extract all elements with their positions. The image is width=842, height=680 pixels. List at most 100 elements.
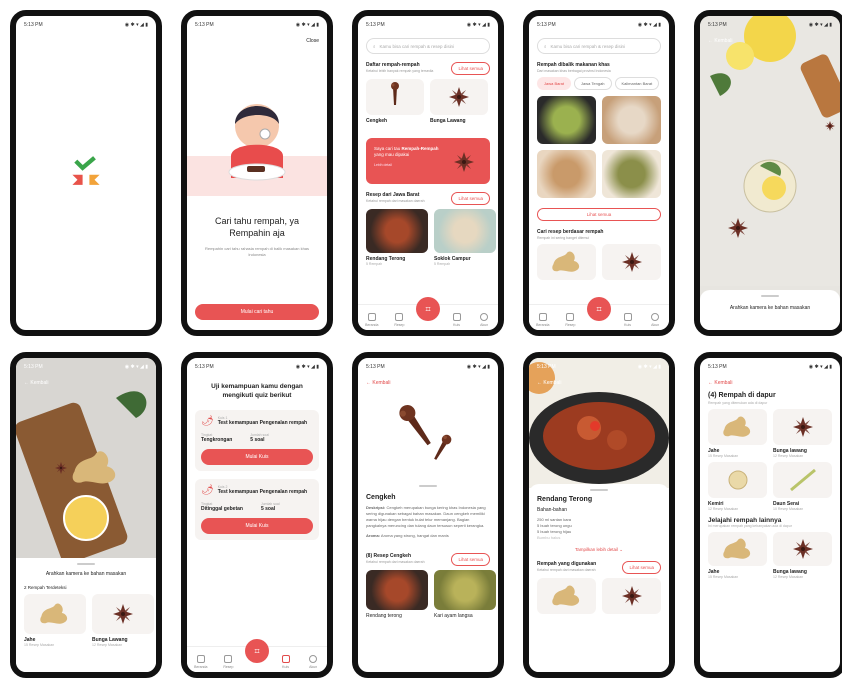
spice-card[interactable]: Bunga Lawang <box>430 79 488 124</box>
result-sheet: Arahkan kamera ke bahan masakan 2 Rempah… <box>16 558 156 672</box>
chip-jawa-tengah[interactable]: Jawa Tengah <box>574 77 612 90</box>
nav-recipes[interactable]: Resep <box>388 313 410 327</box>
see-all-button[interactable]: Lihat semua <box>537 208 661 221</box>
start-quiz-button[interactable]: Mulai Kuis <box>201 518 313 535</box>
nav-quiz[interactable]: Kuis <box>446 313 468 327</box>
recipe-meta: 5 Rempah <box>366 262 383 266</box>
back-button[interactable]: ← Kembali <box>358 376 498 390</box>
nav-account[interactable]: Akun <box>473 313 495 327</box>
show-more-link[interactable]: Tampilkan lebih detail ⌄ <box>529 547 669 553</box>
recipe-image <box>434 209 496 253</box>
spice-card[interactable]: Jahe 15 Resep Masakan <box>708 532 767 579</box>
quiz-card[interactable]: 🌶 Kuis 2 Test kemampuan Pengenalan rempah… <box>195 479 319 541</box>
back-button[interactable]: ← Kembali <box>16 376 56 390</box>
spice-card[interactable]: Bunga Lawang 12 Resep Masakan <box>92 594 154 647</box>
onboarding-illustration <box>187 104 327 196</box>
recipe-card[interactable]: Rendang terong <box>366 570 428 619</box>
nav-quiz[interactable]: Kuis <box>617 313 639 327</box>
nav-account[interactable]: Akun <box>644 313 666 327</box>
phone-quiz: 5:13 PM ◉ ✱ ▾ ◢ ▮ Uji kemampuan kamu deng… <box>181 352 333 678</box>
phone-region: 5:13 PM ◉ ✱ ▾ ◢ ▮ ⌕ Kamu bisa cari rempah … <box>523 10 675 336</box>
star-anise-image <box>773 532 832 566</box>
status-time: 5:13 PM <box>708 364 727 370</box>
chip-kalimantan-barat[interactable]: Kalimantan Barat <box>614 77 660 90</box>
quiz-icon <box>623 313 632 321</box>
spice-card[interactable]: Daun Serai 10 Resep Masakan <box>773 462 832 511</box>
search-input[interactable]: ⌕ Kamu bisa cari rempah & resep disini <box>366 38 490 54</box>
recipe-card[interactable]: Rendang Terong 5 Rempah <box>366 209 428 266</box>
ginger-image <box>708 532 767 566</box>
back-button[interactable]: ← Kembali <box>529 376 569 390</box>
ingredients-list: 250 ml santan kara 5 buah terong ungu 5 … <box>529 517 669 541</box>
nav-quiz[interactable]: Kuis <box>275 655 297 669</box>
scan-button[interactable]: ⌗ <box>244 639 269 663</box>
nav-home[interactable]: Beranda <box>361 313 383 327</box>
ginger-image[interactable] <box>537 244 596 280</box>
section-title: Rempah yang digunakan <box>537 561 597 567</box>
onboarding-title: Cari tahu rempah, ya Rempahin aja <box>214 216 300 238</box>
section-subtitle: Ketahui rempah dari masakan daerah <box>366 560 425 564</box>
nav-home[interactable]: Beranda <box>532 313 554 327</box>
scan-button[interactable]: ⌗ <box>415 297 440 321</box>
lemongrass-image <box>773 462 832 498</box>
spice-card[interactable]: Kemiri 12 Resep Masakan <box>708 462 767 511</box>
home-icon <box>538 313 547 321</box>
food-image[interactable] <box>602 150 661 198</box>
phone-home: 5:13 PM ◉ ✱ ▾ ◢ ▮ ⌕ Kamu bisa cari rempah … <box>352 10 504 336</box>
scan-button[interactable]: ⌗ <box>586 297 611 321</box>
spice-meta: 15 Resep Masakan <box>708 454 739 458</box>
spice-card[interactable]: Bunga lawang 12 Resep Masakan <box>773 532 832 579</box>
nav-home[interactable]: Beranda <box>190 655 212 669</box>
recipe-card[interactable]: Kari ayam langsa <box>434 570 496 619</box>
spice-card[interactable]: Jahe 15 Resep Masakan <box>708 409 767 458</box>
app-logo <box>72 156 100 185</box>
back-button[interactable]: ← Kembali <box>700 376 840 390</box>
search-input[interactable]: ⌕ Kamu bisa cari rempah & resep disini <box>537 38 661 54</box>
spice-card[interactable]: Bunga lawang 12 Resep Masakan <box>773 409 832 458</box>
chip-jawa-barat[interactable]: Jawa Barat <box>537 77 572 90</box>
recipe-image <box>434 570 496 610</box>
kitchen-grid: Jahe 15 Resep Masakan Bunga lawang 12 Rese… <box>700 409 840 511</box>
spice-card[interactable]: Cengkeh <box>366 79 424 124</box>
user-icon <box>309 655 318 663</box>
star-anise-image[interactable] <box>602 578 661 614</box>
status-bar: 5:13 PM ◉ ✱ ▾ ◢ ▮ <box>195 22 319 28</box>
see-all-button[interactable]: Lihat semua <box>451 553 490 566</box>
ginger-image[interactable] <box>537 578 596 614</box>
ingredients-title: Bahan-bahan <box>537 507 568 513</box>
see-all-button[interactable]: Lihat semua <box>622 561 661 574</box>
promo-banner[interactable]: Saya cari tau Rempah-Rempah yang mau dip… <box>366 138 490 184</box>
camera-sheet: Arahkan kamera ke bahan masakan <box>700 290 840 330</box>
spice-title: Cengkeh <box>366 494 396 501</box>
status-time: 5:13 PM <box>195 22 214 28</box>
see-all-button[interactable]: Lihat semua <box>451 62 490 75</box>
status-time: 5:13 PM <box>24 364 43 370</box>
food-image[interactable] <box>537 150 596 198</box>
nav-recipes[interactable]: Resep <box>217 655 239 669</box>
nav-recipes[interactable]: Resep <box>559 313 581 327</box>
close-link[interactable]: Close <box>306 38 319 44</box>
spice-name: Bunga Lawang <box>430 118 466 124</box>
sheet-handle[interactable] <box>761 295 779 297</box>
chili-icon: 🌶 <box>201 416 214 428</box>
scan-icon: ⌗ <box>596 303 602 314</box>
sheet-handle[interactable] <box>77 563 95 565</box>
star-anise-image[interactable] <box>602 244 661 280</box>
sheet-handle[interactable] <box>590 489 608 491</box>
quiz-card[interactable]: 🌶 Kuis 1 Test kemampuan Pengenalan rempah… <box>195 410 319 472</box>
level-value: Ditinggal gebetan <box>201 506 243 513</box>
start-button[interactable]: Mulai cari tahu <box>195 304 319 320</box>
food-image[interactable] <box>537 96 596 144</box>
recipe-card[interactable]: Soklok Campur 5 Rempah <box>434 209 496 266</box>
nav-account[interactable]: Akun <box>302 655 324 669</box>
start-quiz-button[interactable]: Mulai Kuis <box>201 449 313 466</box>
section-header: Daftar rempah-rempah Ketahui lebih banyak… <box>358 58 498 79</box>
see-all-button[interactable]: Lihat semua <box>451 192 490 205</box>
back-button[interactable]: ← Kembali <box>700 34 740 48</box>
clove-image <box>366 79 424 115</box>
phone-camera: 5:13 PM ◉ ✱ ▾ ◢ ▮ ← Kembali Arahkan kamer… <box>694 10 842 336</box>
spice-card[interactable]: Jahe 15 Resep Masakan <box>24 594 86 647</box>
food-image[interactable] <box>602 96 661 144</box>
sheet-handle[interactable] <box>419 485 437 487</box>
camera-preview <box>700 16 840 286</box>
